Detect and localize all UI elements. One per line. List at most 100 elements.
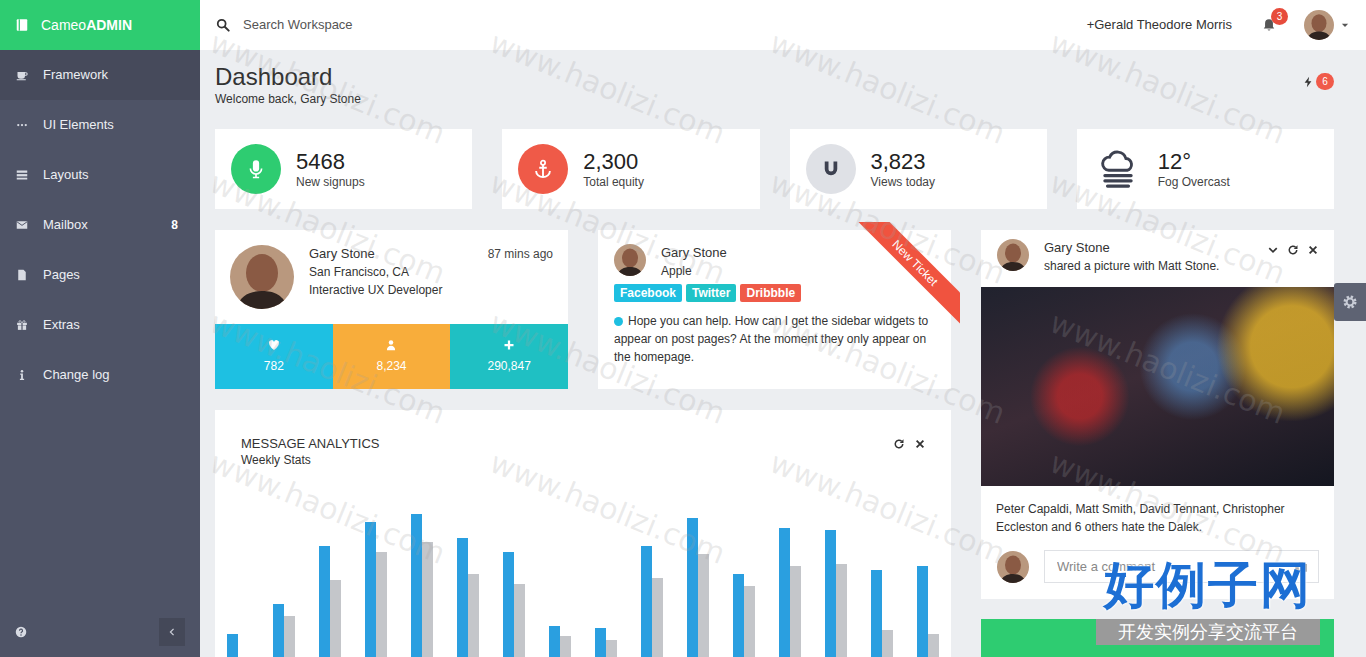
sidebar-item[interactable]: UI Elements [0, 100, 200, 150]
profile-avatar [230, 245, 294, 309]
stats-row: 5468New signups2,300Total equity3,823Vie… [215, 129, 1334, 209]
brand-logo[interactable]: CameoADMIN [0, 0, 200, 50]
sidebar-item[interactable]: Pages [0, 250, 200, 300]
counter-cell[interactable]: 8,234 [333, 324, 451, 389]
chevron-down-icon[interactable] [1267, 244, 1279, 256]
chart-bar [411, 514, 422, 657]
dots-icon [16, 119, 28, 131]
sidebar-footer [0, 618, 200, 657]
sidebar-item[interactable]: Mailbox8 [0, 200, 200, 250]
shared-photo[interactable] [981, 287, 1334, 486]
watermark: www.haolizi.com [203, 440, 452, 576]
mail-count: 8 [171, 216, 178, 234]
watermark-logo: 好例子网开发实例分享交流平台 [1096, 554, 1320, 645]
chart-bar [468, 574, 479, 657]
watermark: www.haolizi.com [483, 160, 732, 296]
chart-bar [928, 634, 939, 657]
ticket-tag[interactable]: Dribbble [740, 284, 801, 302]
alerts-button[interactable]: 6 [1302, 73, 1334, 90]
counter-value: 290,847 [487, 357, 530, 375]
status-dot [614, 317, 623, 326]
help-icon[interactable] [15, 626, 27, 638]
counter-cell[interactable]: 290,847 [450, 324, 568, 389]
notifications-button[interactable]: 3 [1262, 18, 1276, 32]
search-input[interactable] [243, 15, 563, 35]
counter-cell[interactable]: 782 [215, 324, 333, 389]
user-menu[interactable] [1304, 10, 1350, 40]
user-avatar [1304, 10, 1334, 40]
chart-bar [825, 530, 836, 657]
page-header: DashboardWelcome back, Gary Stone6 [215, 63, 1334, 107]
content: DashboardWelcome back, Gary Stone65468Ne… [200, 50, 1366, 657]
bar-group [687, 478, 709, 657]
watermark: www.haolizi.com [1043, 440, 1292, 576]
bar-group [733, 478, 755, 657]
sidebar-item[interactable]: Extras [0, 300, 200, 350]
weather-icon [1097, 148, 1139, 190]
stat-card: 12°Fog Overcast [1077, 129, 1334, 209]
profile-card: Gary StoneSan Francisco, CAInteractive U… [215, 230, 568, 389]
photo-caption: Peter Capaldi, Matt Smith, David Tennant… [981, 486, 1334, 536]
comment-input[interactable] [1045, 551, 1284, 582]
plus-icon [503, 339, 515, 351]
ticket-tag[interactable]: Facebook [614, 284, 682, 302]
watermark: www.haolizi.com [763, 20, 1012, 156]
bar-group [411, 478, 433, 657]
refresh-icon[interactable] [893, 438, 905, 450]
settings-tab[interactable] [1334, 283, 1366, 321]
ticket-company: Apple [661, 262, 727, 280]
sidebar-label: Change log [43, 365, 110, 385]
chart-bar [733, 574, 744, 657]
page-title: Dashboard [215, 63, 361, 91]
stat-value: 3,823 [871, 149, 935, 175]
sidebar-label: Extras [43, 315, 80, 335]
stat-label: Total equity [583, 175, 644, 190]
stat-icon-circle [806, 144, 856, 194]
refresh-icon[interactable] [1287, 244, 1299, 256]
counter-value: 8,234 [376, 357, 406, 375]
chart-bar [365, 522, 376, 657]
profile-name[interactable]: Gary Stone [309, 245, 442, 263]
bar-group [641, 478, 663, 657]
info-icon [16, 369, 28, 381]
watermark-title: 好例子网 [1104, 554, 1312, 616]
stat-label: Views today [871, 175, 935, 190]
ticket-card: Gary StoneAppleFacebookTwitterDribbbleHo… [598, 230, 951, 389]
sidebar-label: Layouts [43, 165, 89, 185]
bar-group [227, 478, 249, 657]
ticket-author[interactable]: Gary Stone [661, 244, 727, 262]
stat-value: 5468 [296, 149, 365, 175]
counter-value: 782 [264, 357, 284, 375]
feed-author[interactable]: Gary Stone [1044, 239, 1219, 257]
gift-icon [16, 319, 28, 331]
close-icon[interactable] [1307, 244, 1319, 256]
bar-group [825, 478, 847, 657]
sidebar-item[interactable]: Framework [0, 50, 200, 100]
watermark-tagline: 开发实例分享交流平台 [1096, 619, 1320, 645]
envelope-icon [16, 219, 28, 231]
sidebar-item[interactable]: Change log [0, 350, 200, 400]
next-card [981, 619, 1334, 657]
sidebar-item[interactable]: Layouts [0, 150, 200, 200]
sidebar-label: Framework [43, 65, 108, 85]
watermark: www.haolizi.com [483, 440, 732, 576]
stat-icon-holder [1093, 144, 1143, 194]
ticket-avatar [614, 244, 646, 276]
user-name[interactable]: +Gerald Theodore Morris [1087, 15, 1232, 35]
bolt-icon [1302, 76, 1314, 88]
search-icon [216, 18, 230, 32]
watermark: www.haolizi.com [1043, 20, 1292, 156]
attach-photo-button[interactable] [1284, 551, 1318, 582]
collapse-sidebar-button[interactable] [159, 618, 185, 646]
profile-counters: 782 8,234 290,847 [215, 324, 568, 389]
stat-icon-circle [231, 144, 281, 194]
analytics-card: MESSAGE ANALYTICSWeekly Stats [215, 410, 951, 657]
close-icon[interactable] [914, 438, 926, 450]
logo-icon [15, 18, 29, 32]
watermark: www.haolizi.com [203, 300, 452, 436]
ticket-tag[interactable]: Twitter [686, 284, 736, 302]
microphone-icon [246, 159, 266, 179]
bar-group [871, 478, 893, 657]
bar-chart [215, 478, 951, 657]
sidebar: CameoADMIN Framework UI Elements Layouts Mai… [0, 0, 200, 657]
